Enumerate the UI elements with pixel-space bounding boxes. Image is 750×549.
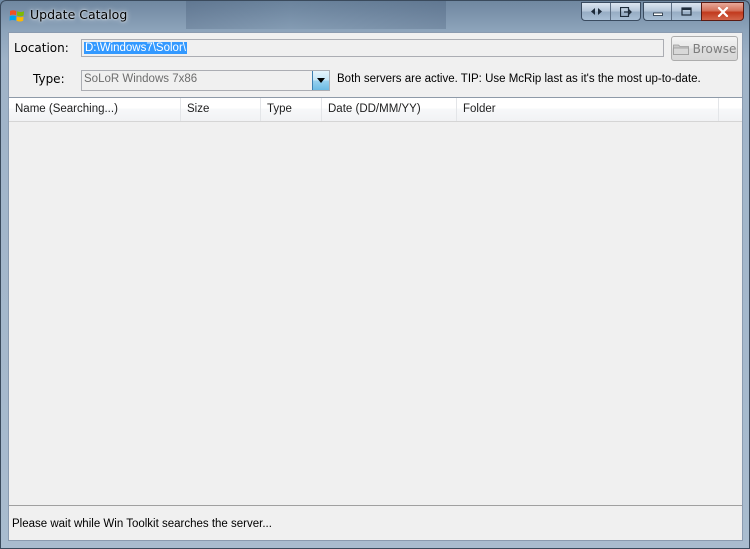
column-header-date[interactable]: Date (DD/MM/YY) xyxy=(322,98,457,121)
folder-icon xyxy=(672,44,689,55)
chevron-down-icon xyxy=(317,78,325,83)
list-header: Name (Searching...) Size Type Date (DD/M… xyxy=(9,98,742,122)
server-status-tip: Both servers are active. TIP: Use McRip … xyxy=(337,73,701,85)
maximize-button[interactable] xyxy=(672,3,700,20)
browse-button-label: Browse xyxy=(692,41,737,56)
minimize-icon xyxy=(652,12,663,16)
location-value: D:\Windows7\Solor\ xyxy=(84,42,187,54)
location-label: Location: xyxy=(14,41,69,55)
arrows-left-right-icon xyxy=(590,8,602,15)
title-bar-background-reflection xyxy=(186,1,446,29)
column-header-folder[interactable]: Folder xyxy=(457,98,719,121)
type-dropdown[interactable]: SoLoR Windows 7x86 xyxy=(81,70,330,91)
type-dropdown-arrow[interactable] xyxy=(312,71,329,90)
type-label: Type: xyxy=(33,72,65,86)
maximize-icon xyxy=(680,7,692,16)
dialog-client-area: Location: D:\Windows7\Solor\ Browse Type… xyxy=(8,32,743,541)
column-header-type[interactable]: Type xyxy=(261,98,322,121)
window-export-button[interactable] xyxy=(611,3,640,20)
window-title: Update Catalog xyxy=(30,7,128,22)
extra-caption-buttons xyxy=(581,2,641,21)
title-bar[interactable]: Update Catalog xyxy=(1,1,749,31)
status-text: Please wait while Win Toolkit searches t… xyxy=(12,518,272,530)
update-catalog-window: Update Catalog Location: D:\Windows7\Sol… xyxy=(0,0,750,549)
column-header-name[interactable]: Name (Searching...) xyxy=(9,98,181,121)
location-input[interactable]: D:\Windows7\Solor\ xyxy=(81,39,664,57)
arrows-left-right-button[interactable] xyxy=(582,3,611,20)
catalog-list-view[interactable]: Name (Searching...) Size Type Date (DD/M… xyxy=(9,97,742,505)
close-icon xyxy=(717,6,728,17)
window-export-icon xyxy=(619,6,632,17)
column-header-size[interactable]: Size xyxy=(181,98,261,121)
minimize-button[interactable] xyxy=(644,3,672,20)
window-caption-buttons xyxy=(643,2,701,21)
browse-button[interactable]: Browse xyxy=(671,36,738,61)
close-button[interactable] xyxy=(701,2,744,21)
windows-flag-icon[interactable] xyxy=(9,8,25,24)
type-dropdown-value: SoLoR Windows 7x86 xyxy=(84,73,198,85)
status-bar: Please wait while Win Toolkit searches t… xyxy=(9,505,742,540)
